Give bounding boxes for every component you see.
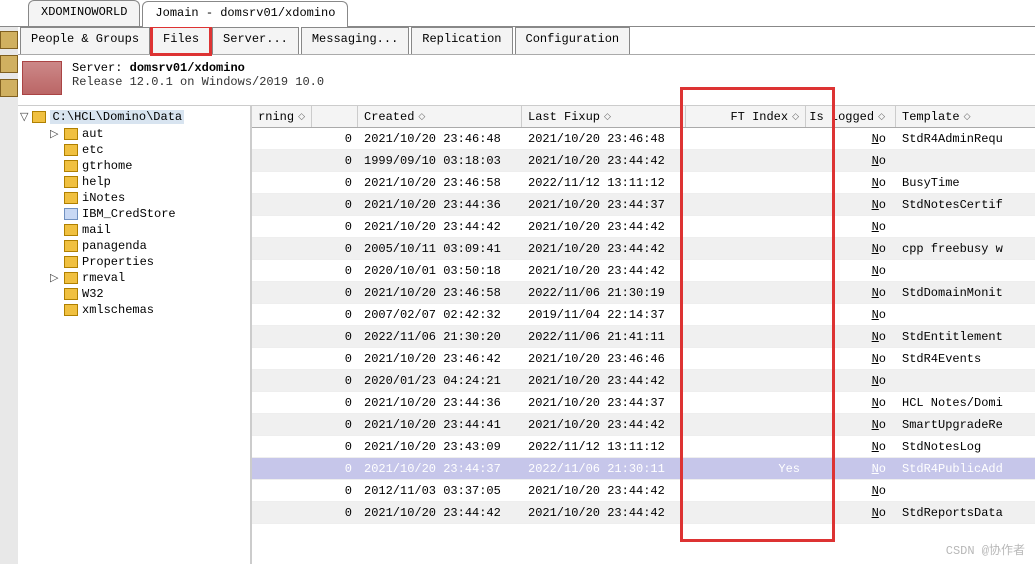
table-row[interactable]: 02020/10/01 03:50:182021/10/20 23:44:42N…	[252, 260, 1035, 282]
folder-icon	[32, 111, 46, 123]
toolbox-icon[interactable]	[0, 31, 18, 49]
tree-item-aut[interactable]: ▷ aut	[50, 126, 248, 142]
sort-icon: ◇	[418, 112, 425, 122]
col-template[interactable]: Template◇	[896, 106, 1035, 127]
watermark: CSDN @协作者	[946, 541, 1025, 558]
table-row[interactable]: 02021/10/20 23:43:092022/11/12 13:11:12N…	[252, 436, 1035, 458]
col-last-fixup[interactable]: Last Fixup◇	[522, 106, 686, 127]
sort-icon: ◇	[604, 112, 611, 122]
folder-icon	[64, 288, 78, 300]
table-row[interactable]: 02021/10/20 23:44:412021/10/20 23:44:42N…	[252, 414, 1035, 436]
folder-icon	[64, 160, 78, 172]
col-rning[interactable]: rning◇	[252, 106, 312, 127]
tab-messaging[interactable]: Messaging...	[301, 27, 409, 54]
tree-item-ibm_credstore[interactable]: IBM_CredStore	[50, 206, 248, 222]
table-row[interactable]: 02021/10/20 23:44:422021/10/20 23:44:42N…	[252, 216, 1035, 238]
tab-files[interactable]: Files	[152, 27, 210, 54]
sort-icon: ◇	[792, 112, 799, 122]
expand-icon[interactable]: ▷	[50, 271, 60, 285]
table-row[interactable]: 02021/10/20 23:46:582022/11/06 21:30:19N…	[252, 282, 1035, 304]
tree-item-label: help	[82, 175, 111, 189]
folder-icon	[64, 224, 78, 236]
tree-item-label: iNotes	[82, 191, 125, 205]
table-row[interactable]: 01999/09/10 03:18:032021/10/20 23:44:42N…	[252, 150, 1035, 172]
tree-root[interactable]: ▽ C:\HCL\Domino\Data	[20, 110, 248, 124]
folder-icon	[64, 208, 78, 220]
tree-item-gtrhome[interactable]: gtrhome	[50, 158, 248, 174]
server-release: Release 12.0.1 on Windows/2019 10.0	[72, 75, 324, 89]
folder-icon	[64, 304, 78, 316]
table-row[interactable]: 02021/10/20 23:46:482021/10/20 23:46:48N…	[252, 128, 1035, 150]
tree-item-label: gtrhome	[82, 159, 132, 173]
tree-item-inotes[interactable]: iNotes	[50, 190, 248, 206]
table-row[interactable]: 02020/01/23 04:24:212021/10/20 23:44:42N…	[252, 370, 1035, 392]
table-row[interactable]: 02007/02/07 02:42:322019/11/04 22:14:37N…	[252, 304, 1035, 326]
expand-icon[interactable]: ▷	[50, 127, 60, 141]
folder-icon	[64, 192, 78, 204]
tree-item-label: etc	[82, 143, 104, 157]
sort-icon: ◇	[298, 112, 305, 122]
folder-icon	[64, 272, 78, 284]
table-row[interactable]: 02021/10/20 23:44:362021/10/20 23:44:37N…	[252, 194, 1035, 216]
tab-people-groups[interactable]: People & Groups	[20, 27, 150, 54]
table-row[interactable]: 02012/11/03 03:37:052021/10/20 23:44:42N…	[252, 480, 1035, 502]
folder-icon	[64, 144, 78, 156]
tree-item-mail[interactable]: mail	[50, 222, 248, 238]
grid-header: rning◇ Created◇ Last Fixup◇ FT Index◇ Is…	[252, 106, 1035, 128]
tree-item-panagenda[interactable]: panagenda	[50, 238, 248, 254]
table-row[interactable]: 02021/10/20 23:44:422021/10/20 23:44:42N…	[252, 502, 1035, 524]
tag-icon[interactable]	[0, 79, 18, 97]
collapse-icon[interactable]: ▽	[20, 110, 28, 124]
tab-server[interactable]: Server...	[212, 27, 299, 54]
app-tabs: XDOMINOWORLD Jomain - domsrv01/xdomino	[0, 0, 1035, 26]
tree-item-label: Properties	[82, 255, 154, 269]
col-spacer	[312, 106, 358, 127]
table-row[interactable]: 02021/10/20 23:44:372022/11/06 21:30:11Y…	[252, 458, 1035, 480]
tab-xdominoworld[interactable]: XDOMINOWORLD	[28, 0, 140, 26]
table-row[interactable]: 02021/10/20 23:46:422021/10/20 23:46:46N…	[252, 348, 1035, 370]
tab-domain[interactable]: Jomain - domsrv01/xdomino	[142, 1, 348, 27]
tree-item-label: IBM_CredStore	[82, 207, 176, 221]
col-created[interactable]: Created◇	[358, 106, 522, 127]
tree-item-label: mail	[82, 223, 111, 237]
folder-icon	[64, 176, 78, 188]
folder-tree[interactable]: ▽ C:\HCL\Domino\Data ▷ aut etc gtrhome help i…	[18, 106, 252, 564]
server-info: Server: domsrv01/xdomino Release 12.0.1 …	[18, 55, 1035, 105]
tree-item-etc[interactable]: etc	[50, 142, 248, 158]
tree-root-label: C:\HCL\Domino\Data	[50, 110, 184, 124]
folder-icon	[64, 128, 78, 140]
tab-replication[interactable]: Replication	[411, 27, 512, 54]
server-icon	[22, 61, 62, 95]
tree-item-label: panagenda	[82, 239, 147, 253]
col-ft-index[interactable]: FT Index◇	[686, 106, 806, 127]
stack-icon[interactable]	[0, 55, 18, 73]
tree-item-properties[interactable]: Properties	[50, 254, 248, 270]
tree-item-help[interactable]: help	[50, 174, 248, 190]
tree-item-label: W32	[82, 287, 104, 301]
left-icon-bar	[0, 27, 18, 564]
server-label: Server:	[72, 61, 122, 75]
inner-tabs: People & Groups Files Server... Messagin…	[18, 27, 1035, 55]
folder-icon	[64, 256, 78, 268]
sort-icon: ◇	[878, 112, 885, 122]
tab-configuration[interactable]: Configuration	[515, 27, 631, 54]
tree-item-w32[interactable]: W32	[50, 286, 248, 302]
table-row[interactable]: 02021/10/20 23:44:362021/10/20 23:44:37N…	[252, 392, 1035, 414]
file-grid[interactable]: rning◇ Created◇ Last Fixup◇ FT Index◇ Is…	[252, 106, 1035, 564]
server-name: domsrv01/xdomino	[130, 61, 245, 75]
tree-item-label: rmeval	[82, 271, 125, 285]
table-row[interactable]: 02022/11/06 21:30:202022/11/06 21:41:11N…	[252, 326, 1035, 348]
tree-item-label: aut	[82, 127, 104, 141]
tree-item-xmlschemas[interactable]: xmlschemas	[50, 302, 248, 318]
tree-item-rmeval[interactable]: ▷ rmeval	[50, 270, 248, 286]
sort-icon: ◇	[964, 112, 971, 122]
folder-icon	[64, 240, 78, 252]
tree-item-label: xmlschemas	[82, 303, 154, 317]
table-row[interactable]: 02005/10/11 03:09:412021/10/20 23:44:42N…	[252, 238, 1035, 260]
col-is-logged[interactable]: Is Logged◇	[806, 106, 896, 127]
table-row[interactable]: 02021/10/20 23:46:582022/11/12 13:11:12N…	[252, 172, 1035, 194]
